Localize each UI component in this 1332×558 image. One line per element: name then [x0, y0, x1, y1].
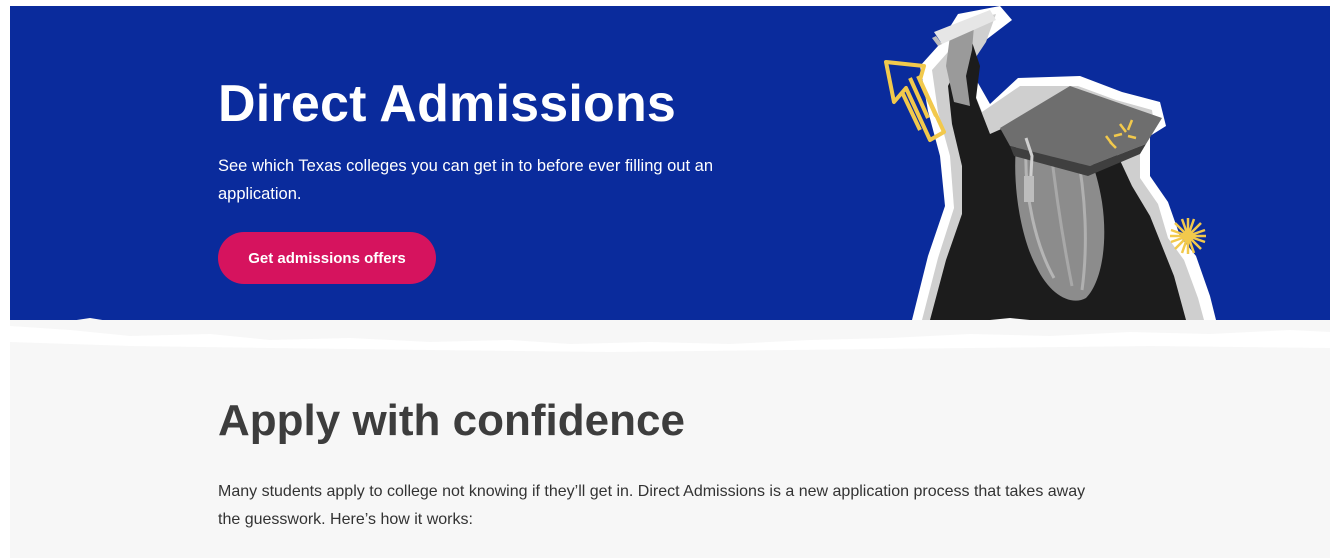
page: Direct Admissions See which Texas colleg… [10, 6, 1330, 558]
hero-subtitle: See which Texas colleges you can get in … [218, 157, 713, 203]
hero-title: Direct Admissions [218, 75, 677, 133]
torn-paper-divider [10, 318, 1330, 358]
section-description: Many students apply to college not knowi… [218, 483, 1086, 528]
hero-banner: Direct Admissions See which Texas colleg… [10, 6, 1330, 320]
get-admissions-offers-button[interactable]: Get admissions offers [218, 232, 436, 284]
graduate-illustration [884, 6, 1216, 320]
starburst-doodle-icon [1170, 218, 1206, 254]
section-title: Apply with confidence [218, 396, 685, 445]
